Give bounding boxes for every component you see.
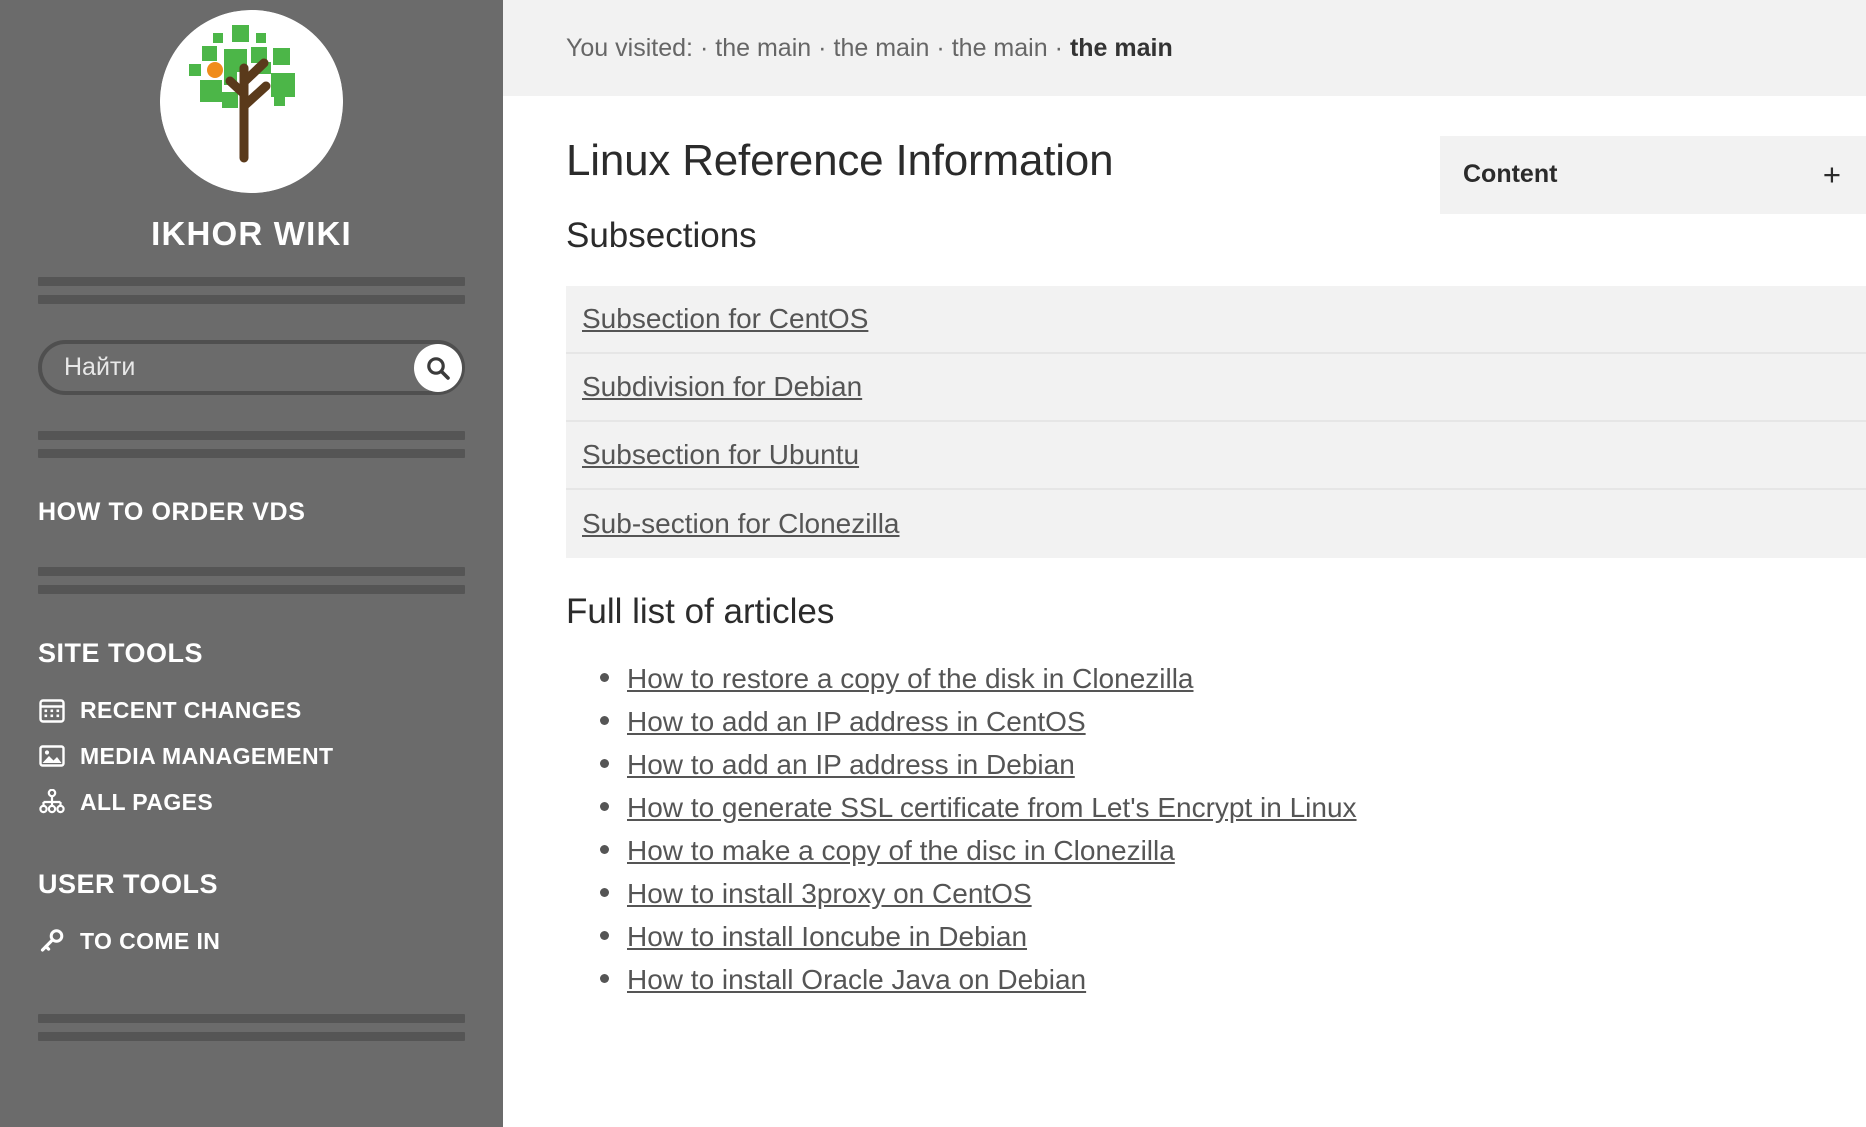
- breadcrumb-item[interactable]: the main: [952, 34, 1048, 63]
- article-link[interactable]: How to generate SSL certificate from Let…: [627, 790, 1357, 827]
- key-icon: [38, 927, 66, 955]
- image-icon: [38, 742, 66, 770]
- bullet-icon: [600, 673, 609, 682]
- main-content: You visited: · the main · the main · the…: [503, 0, 1866, 1127]
- subsections-heading: Subsections: [566, 216, 757, 255]
- divider-bar: [38, 277, 465, 286]
- sidebar-item-media-management[interactable]: MEDIA MANAGEMENT: [38, 733, 465, 779]
- sidebar-link-order-vds[interactable]: HOW TO ORDER VDS: [38, 498, 465, 527]
- divider-below-order: [38, 567, 465, 594]
- toc-title: Content: [1463, 160, 1558, 188]
- search-box[interactable]: [38, 340, 465, 395]
- subsection-link[interactable]: Subsection for CentOS: [582, 303, 868, 335]
- breadcrumb-separator: ·: [1054, 33, 1063, 62]
- breadcrumb-item[interactable]: the main: [834, 34, 930, 63]
- subsection-link[interactable]: Subdivision for Debian: [582, 371, 862, 403]
- bullet-icon: [600, 715, 609, 725]
- list-item: How to install Oracle Java on Debian: [600, 959, 1866, 1002]
- list-item: How to restore a copy of the disk in Clo…: [600, 658, 1866, 701]
- articles-heading: Full list of articles: [566, 592, 835, 631]
- list-item: How to make a copy of the disc in Clonez…: [600, 830, 1866, 873]
- list-item: How to add an IP address in Debian: [600, 744, 1866, 787]
- divider-top: [38, 277, 465, 304]
- bullet-icon: [600, 758, 609, 768]
- article-list: How to restore a copy of the disk in Clo…: [566, 658, 1866, 1002]
- tree-logo-icon: [160, 10, 343, 193]
- divider-bar: [38, 567, 465, 576]
- divider-bar: [38, 585, 465, 594]
- divider-bar: [38, 431, 465, 440]
- divider-bottom: [38, 1014, 465, 1041]
- breadcrumb-item[interactable]: the main: [715, 34, 811, 63]
- list-item[interactable]: Subdivision for Debian: [566, 354, 1866, 422]
- bullet-icon: [600, 973, 609, 983]
- sidebar-item-label: RECENT CHANGES: [80, 696, 302, 723]
- sitemap-icon: [38, 788, 66, 816]
- sidebar-item-label: ALL PAGES: [80, 788, 214, 815]
- search-icon: [427, 356, 450, 380]
- divider-bar: [38, 449, 465, 458]
- sidebar: IKHOR WIKI HOW TO ORDER VDS SITE TOOLS: [0, 0, 503, 1127]
- list-item[interactable]: Subsection for CentOS: [566, 286, 1866, 354]
- bullet-icon: [600, 801, 609, 811]
- logo-container[interactable]: [38, 0, 465, 193]
- breadcrumb-separator: ·: [818, 33, 827, 62]
- breadcrumb-separator: ·: [699, 33, 709, 62]
- article-link[interactable]: How to add an IP address in Debian: [627, 747, 1075, 784]
- bullet-icon: [600, 930, 609, 940]
- list-item: How to generate SSL certificate from Let…: [600, 787, 1866, 830]
- list-item[interactable]: Sub-section for Clonezilla: [566, 490, 1866, 558]
- divider-bar: [38, 295, 465, 304]
- toc-expand-button[interactable]: +: [1823, 159, 1841, 190]
- breadcrumb-current[interactable]: the main: [1070, 34, 1173, 63]
- divider-below-search: [38, 431, 465, 458]
- article-link[interactable]: How to install Oracle Java on Debian: [627, 962, 1086, 999]
- list-item: How to install Ioncube in Debian: [600, 916, 1866, 959]
- calendar-icon: [38, 696, 66, 724]
- page-root: IKHOR WIKI HOW TO ORDER VDS SITE TOOLS: [0, 0, 1866, 1127]
- subsection-link[interactable]: Subsection for Ubuntu: [582, 439, 859, 471]
- sidebar-item-label: TO COME IN: [80, 927, 221, 954]
- search-input[interactable]: [64, 353, 414, 382]
- breadcrumb-separator: ·: [936, 33, 945, 62]
- breadcrumb: You visited: · the main · the main · the…: [503, 0, 1866, 96]
- user-tools-heading: USER TOOLS: [38, 869, 219, 899]
- sidebar-item-label: MEDIA MANAGEMENT: [80, 742, 334, 769]
- bullet-icon: [600, 887, 609, 897]
- list-item: How to install 3proxy on CentOS: [600, 873, 1866, 916]
- breadcrumb-prefix: You visited:: [566, 33, 693, 62]
- list-item: How to add an IP address in CentOS: [600, 701, 1866, 744]
- site-title: IKHOR WIKI: [151, 215, 352, 252]
- article-link[interactable]: How to make a copy of the disc in Clonez…: [627, 833, 1175, 870]
- divider-bar: [38, 1014, 465, 1023]
- content-toc-panel[interactable]: Content +: [1440, 136, 1866, 214]
- site-tools-heading: SITE TOOLS: [38, 638, 204, 668]
- subsection-link[interactable]: Sub-section for Clonezilla: [582, 508, 900, 540]
- divider-bar: [38, 1032, 465, 1041]
- sidebar-item-all-pages[interactable]: ALL PAGES: [38, 779, 465, 825]
- article-link[interactable]: How to install Ioncube in Debian: [627, 919, 1027, 956]
- sidebar-item-login[interactable]: TO COME IN: [38, 918, 465, 964]
- content-area: Content + Linux Reference Information Su…: [503, 136, 1866, 1002]
- bullet-icon: [600, 844, 609, 854]
- article-link[interactable]: How to restore a copy of the disk in Clo…: [627, 661, 1194, 698]
- sidebar-item-recent-changes[interactable]: RECENT CHANGES: [38, 687, 465, 733]
- article-link[interactable]: How to install 3proxy on CentOS: [627, 876, 1032, 913]
- article-link[interactable]: How to add an IP address in CentOS: [627, 704, 1086, 741]
- search-button[interactable]: [414, 343, 462, 392]
- list-item[interactable]: Subsection for Ubuntu: [566, 422, 1866, 490]
- subsection-list: Subsection for CentOS Subdivision for De…: [566, 286, 1866, 558]
